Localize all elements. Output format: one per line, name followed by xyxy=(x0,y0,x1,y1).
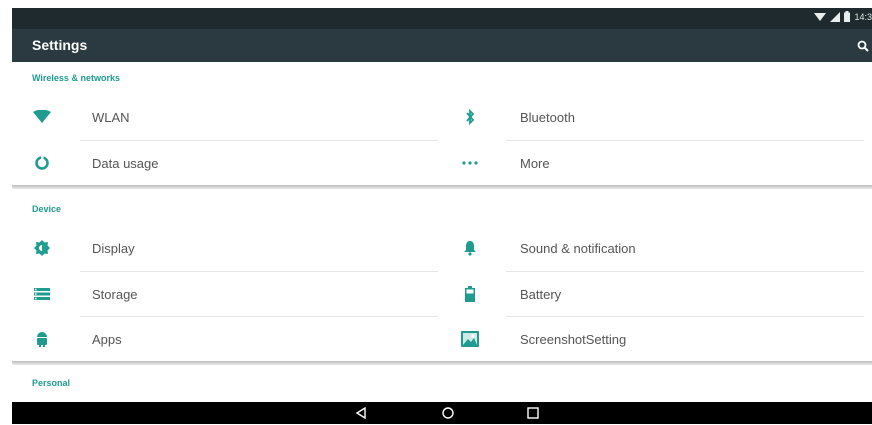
bluetooth-icon xyxy=(452,109,488,125)
more-dots-icon xyxy=(452,160,488,166)
setting-more[interactable]: More xyxy=(452,141,864,185)
status-bar: 14:3 xyxy=(12,8,872,29)
app-bar: Settings xyxy=(12,29,872,62)
brightness-icon xyxy=(24,240,60,256)
status-icons: 14:3 xyxy=(814,11,872,22)
setting-screenshot[interactable]: ScreenshotSetting xyxy=(452,317,864,361)
status-time: 14:3 xyxy=(854,11,872,22)
bell-icon xyxy=(452,240,488,256)
storage-icon xyxy=(24,288,60,300)
section-separator xyxy=(12,185,872,189)
setting-label: Battery xyxy=(520,286,562,302)
setting-label: Sound & notification xyxy=(520,240,636,256)
setting-battery[interactable]: Battery xyxy=(452,272,864,316)
setting-data-usage[interactable]: Data usage xyxy=(24,141,438,185)
setting-label: Apps xyxy=(92,331,122,347)
search-button[interactable] xyxy=(854,37,872,55)
battery-icon xyxy=(452,286,488,302)
cell-signal-icon xyxy=(830,11,841,22)
section-header-device: Device xyxy=(32,204,62,214)
section-header-personal: Personal xyxy=(32,378,71,388)
setting-label: ScreenshotSetting xyxy=(520,331,627,347)
recents-button[interactable] xyxy=(525,406,541,420)
setting-label: WLAN xyxy=(92,109,130,125)
wifi-signal-icon xyxy=(814,12,827,21)
navigation-bar xyxy=(12,402,872,424)
setting-label: Storage xyxy=(92,286,138,302)
home-icon xyxy=(442,407,454,419)
setting-apps[interactable]: Apps xyxy=(24,317,438,361)
wifi-icon xyxy=(24,110,60,124)
battery-status-icon xyxy=(844,11,851,22)
section-header-wireless: Wireless & networks xyxy=(32,73,120,83)
android-icon xyxy=(24,331,60,347)
setting-sound-notification[interactable]: Sound & notification xyxy=(452,226,864,270)
setting-storage[interactable]: Storage xyxy=(24,272,438,316)
setting-wlan[interactable]: WLAN xyxy=(24,95,438,139)
settings-content: Wireless & networks WLAN Bluetooth Data … xyxy=(12,62,872,402)
data-usage-icon xyxy=(24,155,60,171)
setting-label: More xyxy=(520,155,550,171)
setting-bluetooth[interactable]: Bluetooth xyxy=(452,95,864,139)
back-button[interactable] xyxy=(353,406,369,420)
setting-label: Display xyxy=(92,240,135,256)
home-button[interactable] xyxy=(440,406,456,420)
setting-label: Bluetooth xyxy=(520,109,575,125)
section-separator xyxy=(12,361,872,365)
recents-icon xyxy=(527,407,539,419)
screenshot-icon xyxy=(452,331,488,347)
page-title: Settings xyxy=(32,37,88,53)
setting-label: Data usage xyxy=(92,155,159,171)
back-icon xyxy=(355,406,366,420)
setting-display[interactable]: Display xyxy=(24,226,438,270)
search-icon xyxy=(857,40,869,52)
